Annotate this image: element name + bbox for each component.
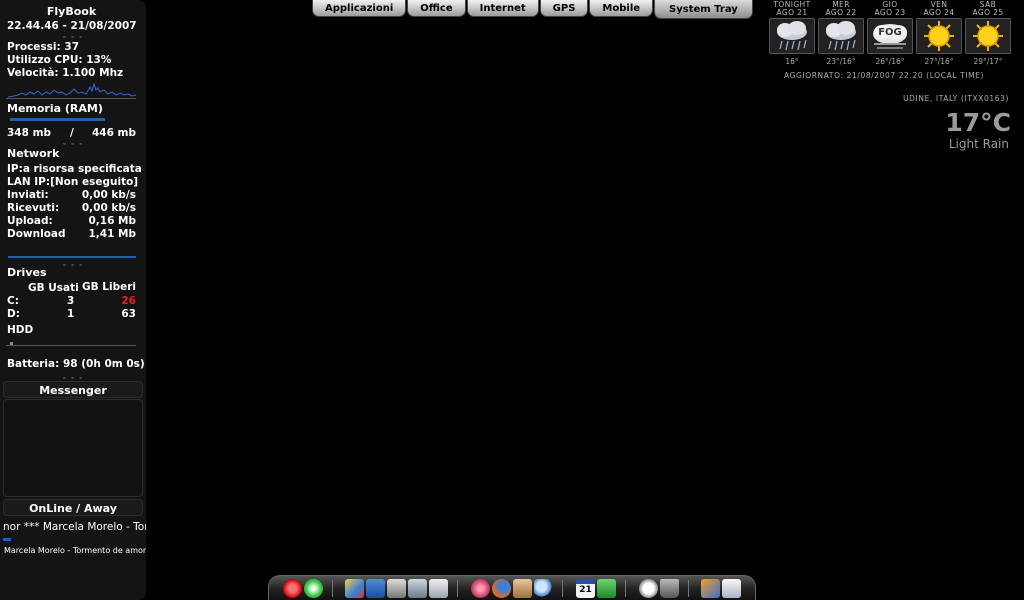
drive-row: D: 1 63 (7, 308, 136, 320)
messenger-contact-list[interactable] (3, 399, 143, 497)
mail-icon[interactable] (722, 579, 741, 598)
scanner-icon[interactable] (408, 579, 427, 598)
messenger-title: Messenger (39, 384, 107, 397)
system-sidebar: FlyBook 22.44.46 - 21/08/2007 - - - Proc… (0, 0, 146, 600)
calendar-icon[interactable]: 21 (576, 579, 595, 598)
laptop-icon[interactable] (366, 579, 385, 598)
network-row: IP: a risorsa specificata (7, 163, 142, 175)
sun-icon[interactable] (916, 18, 962, 54)
paint-icon[interactable] (345, 579, 364, 598)
application-dock: 21 (268, 575, 756, 600)
cpu-graph (8, 82, 136, 98)
network-row: LAN IP: [Non eseguito] (7, 176, 139, 188)
dock-separator (562, 580, 563, 597)
current-temperature: 17°C (945, 108, 1011, 137)
network-title: Network (7, 147, 60, 160)
sidebar-datetime: 22.44.46 - 21/08/2007 (7, 20, 137, 32)
battery-label: Batteria: 98 (0h 0m 0s) (7, 358, 145, 370)
memory-usage-bar (10, 118, 105, 121)
notes-icon[interactable] (429, 579, 448, 598)
network-row: Ricevuti: 0,00 kb/s (7, 202, 136, 214)
tab-gps[interactable]: GPS (539, 0, 589, 17)
weather-widget: TONIGHT AGO 21 MER AGO 22 GIO AGO 23 VEN AGO… (764, 0, 1024, 160)
cpu-speed-label: Velocità: 1.100 Mhz (7, 67, 124, 79)
divider (6, 98, 136, 99)
cpu-usage-label: Utilizzo CPU: 13% (7, 54, 112, 66)
dock-separator (625, 580, 626, 597)
forecast-day-header: GIO AGO 23 (874, 0, 906, 17)
tab-system-tray[interactable]: System Tray (654, 0, 753, 19)
rain-icon[interactable] (769, 18, 815, 54)
sun-icon[interactable] (965, 18, 1011, 54)
forecast-temp: 29°/17° (973, 57, 1003, 66)
forecast-temp: 23°/16° (826, 57, 856, 66)
printer-icon[interactable] (387, 579, 406, 598)
drives-col-free: GB Liberi (82, 281, 136, 293)
tab-applicazioni[interactable]: Applicazioni (312, 0, 407, 17)
hdd-label: HDD (7, 324, 34, 336)
forecast-day-header: VEN AGO 24 (923, 0, 955, 17)
dock-separator (332, 580, 333, 597)
forecast-day-header: MER AGO 22 (825, 0, 857, 17)
forecast-temp: 26°/16° (875, 57, 905, 66)
tab-mobile[interactable]: Mobile (589, 0, 654, 17)
messenger-status-label: OnLine / Away (29, 502, 117, 515)
sidebar-title: FlyBook (46, 5, 97, 18)
weather-updated: AGGIORNATO: 21/08/2007 22.20 (LOCAL TIME… (784, 71, 985, 80)
tab-internet[interactable]: Internet (466, 0, 539, 17)
hdd-activity-line (6, 345, 136, 346)
messenger-status[interactable]: OnLine / Away (3, 499, 143, 516)
current-condition: Light Rain (948, 137, 1009, 151)
weather-location[interactable]: UDINE, ITALY (ITXX0163) (903, 94, 1009, 103)
now-playing-label: Marcela Morelo - Tormento de amor (4, 546, 146, 555)
launcher-tabs: Applicazioni Office Internet GPS Mobile … (312, 0, 754, 19)
firefox-icon[interactable] (492, 579, 511, 598)
forecast-day-header: SAB AGO 25 (972, 0, 1004, 17)
network-row: Download 1,41 Mb (7, 228, 136, 240)
clock-icon[interactable] (639, 579, 658, 598)
tab-office[interactable]: Office (407, 0, 466, 17)
forecast-day-header: TONIGHT AGO 21 (773, 0, 811, 17)
dock-separator (457, 580, 458, 597)
drives-title: Drives (7, 266, 47, 279)
power-icon[interactable] (283, 579, 302, 598)
memory-total: 446 mb (91, 127, 136, 139)
processes-label: Processi: 37 (7, 41, 79, 53)
network-row: Inviati: 0,00 kb/s (7, 189, 136, 201)
search-icon[interactable] (534, 579, 553, 598)
fog-label: FOG (878, 27, 902, 38)
media-player-icon[interactable] (471, 579, 490, 598)
now-playing-marquee: nor *** Marcela Morelo - Tormento de amo… (3, 521, 146, 533)
memory-title: Memoria (RAM) (7, 102, 103, 115)
network-activity-bar (8, 256, 136, 258)
task-icon[interactable] (597, 579, 616, 598)
marquee-progress (3, 538, 11, 541)
trash-icon[interactable] (660, 579, 679, 598)
rain-icon[interactable] (818, 18, 864, 54)
fog-icon[interactable]: FOG (867, 18, 913, 54)
green-asterisk-icon[interactable] (304, 579, 323, 598)
drive-row: C: 3 26 (7, 295, 136, 307)
dock-separator (688, 580, 689, 597)
hdd-activity-dot (10, 342, 13, 345)
network-row: Upload: 0,16 Mb (7, 215, 136, 227)
tools-icon[interactable] (701, 579, 720, 598)
package-icon[interactable] (513, 579, 532, 598)
messenger-header: Messenger (3, 381, 143, 398)
drag-grip[interactable]: - - - (0, 33, 146, 41)
forecast-temp: 16° (785, 57, 799, 66)
forecast-temp: 27°/16° (924, 57, 954, 66)
